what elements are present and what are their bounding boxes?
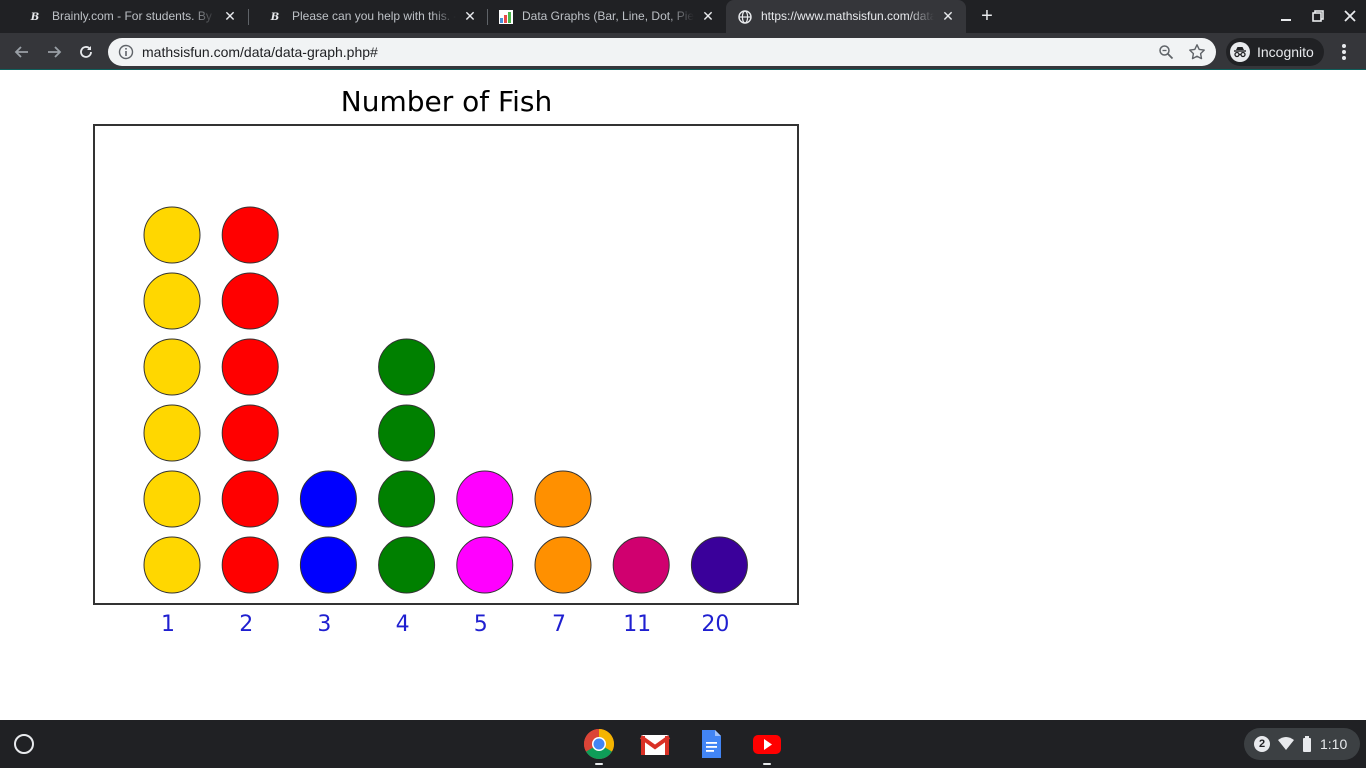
dot-1-3 (143, 404, 201, 462)
tab-data-graphs[interactable]: Data Graphs (Bar, Line, Dot, Pie, F ✕ (487, 0, 726, 33)
dot-20-1 (690, 536, 748, 594)
tab-brainly-home[interactable]: B Brainly.com - For students. By st ✕ (8, 0, 248, 33)
incognito-indicator[interactable]: Incognito (1226, 38, 1324, 66)
x-tick-label-20: 20 (701, 612, 730, 637)
dot-4-3 (378, 404, 436, 462)
dot-1-2 (143, 470, 201, 528)
running-indicator (595, 763, 603, 765)
dot-5-2 (456, 470, 514, 528)
wifi-icon (1278, 737, 1294, 756)
address-bar[interactable]: mathsisfun.com/data/data-graph.php# (108, 38, 1216, 66)
incognito-label: Incognito (1257, 44, 1314, 60)
x-tick-label-3: 3 (317, 612, 332, 637)
chrome-icon[interactable] (583, 728, 615, 760)
launcher-icon[interactable] (14, 734, 34, 754)
page-content: Number of Fish 1 2 3 4 5 7 11 20 (0, 71, 1366, 720)
tab-title: Brainly.com - For students. By st (52, 9, 216, 23)
tab-brainly-question[interactable]: B Please can you help with this. - B ✕ (248, 0, 488, 33)
new-tab-button[interactable]: + (977, 6, 997, 26)
status-tray[interactable]: 2 1:10 (1244, 728, 1360, 760)
dot-2-6 (221, 206, 279, 264)
chart-title: Number of Fish (340, 85, 553, 118)
close-icon[interactable]: ✕ (940, 8, 956, 24)
dot-2-4 (221, 338, 279, 396)
dot-2-5 (221, 272, 279, 330)
brainly-icon: B (30, 11, 40, 23)
gmail-icon[interactable] (639, 728, 671, 760)
incognito-icon (1230, 42, 1250, 62)
x-tick-label-7: 7 (552, 612, 566, 637)
minimize-icon[interactable] (1276, 6, 1296, 26)
running-indicator (763, 763, 771, 765)
x-tick-label-1: 1 (161, 612, 175, 637)
zoom-icon[interactable] (1158, 44, 1174, 60)
tab-strip: B Brainly.com - For students. By st ✕ B … (0, 0, 1366, 33)
close-icon[interactable]: ✕ (700, 8, 716, 24)
notification-count-badge[interactable]: 2 (1254, 736, 1270, 752)
dot-1-1 (143, 536, 201, 594)
youtube-icon[interactable] (751, 728, 783, 760)
x-axis-labels: 1 2 3 4 5 7 11 20 (0, 612, 1366, 642)
dot-11-1 (612, 536, 670, 594)
reload-icon[interactable] (74, 40, 98, 64)
docs-icon[interactable] (695, 728, 727, 760)
dot-4-1 (378, 536, 436, 594)
dot-1-4 (143, 338, 201, 396)
clock-time: 1:10 (1320, 736, 1348, 752)
dot-2-2 (221, 470, 279, 528)
brainly-icon: B (270, 11, 280, 23)
dot-4-4 (378, 338, 436, 396)
forward-icon[interactable] (42, 40, 66, 64)
tab-title: Please can you help with this. - B (292, 9, 456, 23)
x-tick-label-5: 5 (473, 612, 488, 637)
tab-title: https://www.mathsisfun.com/data (761, 9, 934, 23)
dot-5-1 (456, 536, 514, 594)
dot-2-3 (221, 404, 279, 462)
tab-active-mathsisfun[interactable]: https://www.mathsisfun.com/data ✕ (726, 0, 966, 33)
dot-7-2 (534, 470, 592, 528)
dot-4-2 (378, 470, 436, 528)
dot-7-1 (534, 536, 592, 594)
dot-2-1 (221, 536, 279, 594)
close-window-icon[interactable] (1340, 6, 1360, 26)
close-icon[interactable]: ✕ (462, 8, 478, 24)
bookmark-star-icon[interactable] (1188, 43, 1206, 61)
more-menu-icon[interactable] (1336, 42, 1352, 62)
dot-plot (143, 206, 748, 594)
browser-toolbar: mathsisfun.com/data/data-graph.php# Inco… (0, 33, 1366, 70)
x-tick-label-11: 11 (623, 612, 652, 637)
dot-3-2 (299, 470, 357, 528)
dot-1-6 (143, 206, 201, 264)
info-icon[interactable] (118, 44, 134, 60)
dot-1-5 (143, 272, 201, 330)
address-url[interactable]: mathsisfun.com/data/data-graph.php# (142, 44, 378, 60)
globe-icon (738, 10, 752, 24)
mathsisfun-icon (499, 10, 513, 24)
close-icon[interactable]: ✕ (222, 8, 238, 24)
back-icon[interactable] (10, 40, 34, 64)
dot-3-1 (299, 536, 357, 594)
x-tick-label-4: 4 (395, 612, 410, 637)
maximize-icon[interactable] (1308, 6, 1328, 26)
tab-title: Data Graphs (Bar, Line, Dot, Pie, F (522, 9, 694, 23)
x-tick-label-2: 2 (239, 612, 254, 637)
battery-icon (1302, 736, 1312, 757)
os-shelf: 2 1:10 (0, 720, 1366, 768)
